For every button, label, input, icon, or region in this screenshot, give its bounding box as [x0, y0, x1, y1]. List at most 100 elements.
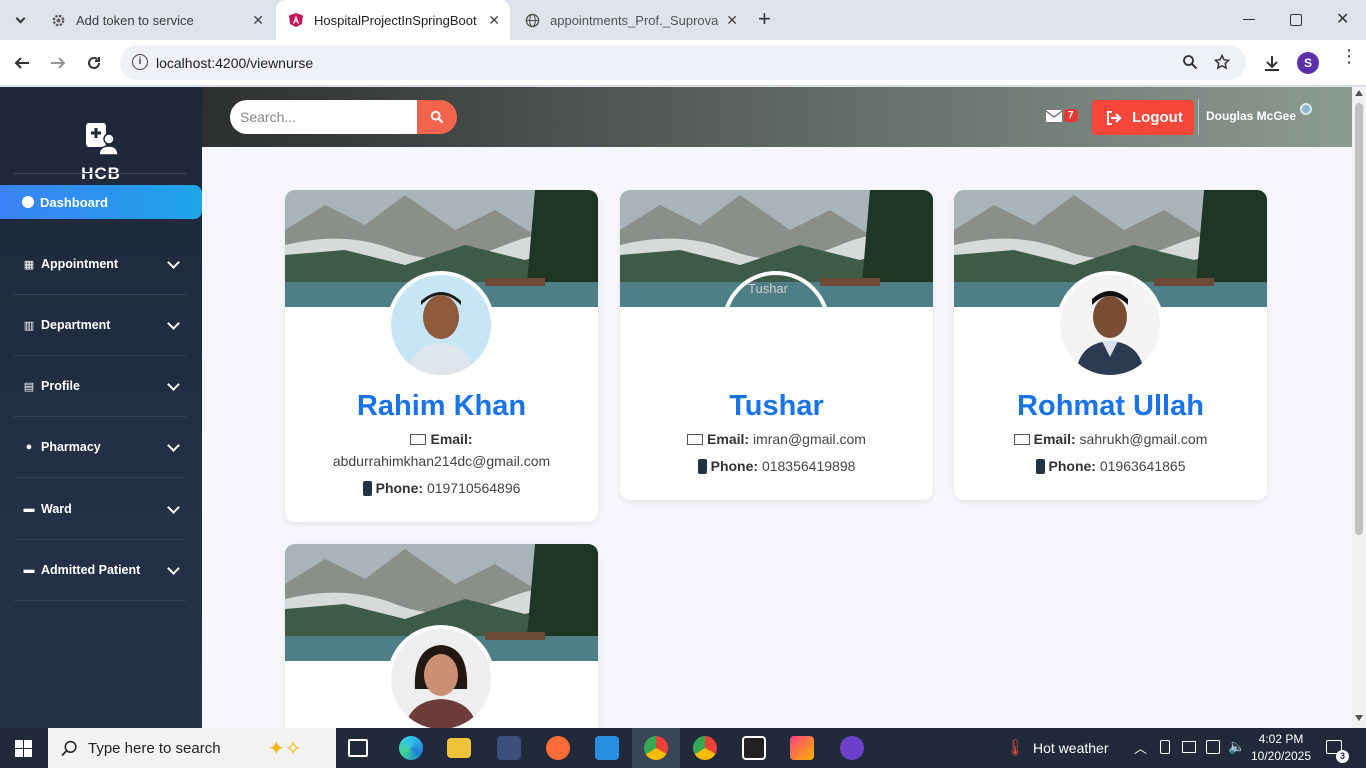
chrome-icon: [644, 736, 668, 760]
taskbar-search-input[interactable]: Type here to search ✦✧: [48, 728, 336, 768]
vertical-scrollbar[interactable]: [1352, 87, 1366, 728]
browser-tab-appointments[interactable]: appointments_Prof._Suprova_Sh ✕: [512, 0, 748, 40]
taskbar-active-app[interactable]: [632, 728, 680, 768]
video-app-icon[interactable]: [742, 736, 766, 760]
close-icon[interactable]: ✕: [488, 12, 500, 29]
phone-row: Phone: 019710564896: [285, 480, 598, 497]
divider: [14, 173, 186, 174]
email-value: sahrukh@gmail.com: [1079, 431, 1208, 447]
minimize-button[interactable]: [1243, 19, 1255, 20]
volume-muted-icon[interactable]: 🔈: [1228, 738, 1245, 755]
sidebar-item-admitted-patient[interactable]: ▬ Admitted Patient: [14, 540, 186, 601]
nurse-card: Rahim Khan Email: abdurrahimkhan214dc@gm…: [285, 190, 598, 522]
phone-label: Phone:: [710, 458, 759, 474]
sidebar-item-pharmacy[interactable]: ● Pharmacy: [14, 417, 186, 478]
task-view-icon[interactable]: [348, 739, 368, 757]
nurse-card: [285, 544, 598, 728]
scroll-down-icon[interactable]: [1355, 715, 1363, 721]
restore-button[interactable]: [1290, 14, 1302, 26]
zoom-icon[interactable]: [1182, 54, 1198, 70]
clock-time: 4:02 PM: [1258, 732, 1304, 746]
app-icon[interactable]: [497, 736, 521, 760]
search-button[interactable]: [417, 100, 457, 134]
close-icon[interactable]: ✕: [252, 12, 264, 29]
browser-address-bar: i localhost:4200/viewnurse S ⋮: [0, 40, 1366, 86]
search-icon: [430, 110, 444, 124]
avatar: [387, 271, 495, 379]
browser-tab-add-token[interactable]: Add token to service ✕: [38, 0, 274, 40]
sidebar-item-label: Admitted Patient: [41, 563, 141, 577]
email-row: Email:: [285, 431, 598, 447]
phone-label: Phone:: [375, 480, 424, 496]
avatar: [387, 625, 495, 728]
github-icon[interactable]: [840, 736, 864, 760]
nurse-name: Tushar: [729, 390, 824, 422]
angular-icon: [288, 12, 304, 28]
download-icon[interactable]: [1263, 54, 1281, 72]
close-icon[interactable]: ✕: [726, 12, 738, 29]
reload-icon: [88, 56, 100, 69]
sidebar-item-appointment[interactable]: ▦ Appointment: [14, 234, 186, 295]
vscode-icon[interactable]: [595, 736, 619, 760]
sidebar-item-dashboard[interactable]: Dashboard: [0, 185, 202, 219]
chevron-down-icon: [167, 562, 180, 575]
thermometer-icon: 🌡: [1005, 740, 1026, 757]
scroll-up-icon[interactable]: [1355, 90, 1363, 96]
taskbar-clock[interactable]: 4:02 PM 10/20/2025: [1248, 731, 1314, 765]
scrollbar-thumb[interactable]: [1355, 103, 1363, 535]
email-label: Email:: [430, 431, 473, 447]
file-explorer-icon[interactable]: [447, 738, 471, 758]
url-input[interactable]: i localhost:4200/viewnurse: [120, 45, 1246, 80]
network-icon[interactable]: [1182, 741, 1196, 753]
email-row: Email: imran@gmail.com: [620, 431, 933, 447]
mobile-phone-icon: [1035, 458, 1045, 474]
chevron-down-icon: [167, 378, 180, 391]
browser-tab-hospital[interactable]: HospitalProjectInSpringBoot ✕: [276, 0, 510, 40]
tab-search-button[interactable]: [8, 8, 32, 32]
avatar: Tushar: [722, 271, 830, 379]
brand-name: HCB: [81, 164, 121, 183]
chevron-down-icon: [167, 256, 180, 269]
envelope-icon: [1013, 433, 1030, 445]
weather-text[interactable]: Hot weather: [1033, 740, 1108, 756]
edge-icon[interactable]: [399, 736, 423, 760]
logout-button[interactable]: Logout: [1092, 100, 1194, 135]
intellij-icon[interactable]: [790, 736, 814, 760]
windows-start-icon[interactable]: [15, 740, 32, 757]
device-icon[interactable]: [1160, 740, 1170, 754]
chrome-icon[interactable]: [693, 736, 717, 760]
new-tab-button[interactable]: +: [758, 8, 778, 32]
phone-value: 018356419898: [761, 458, 856, 474]
sidebar-item-profile[interactable]: ▤ Profile: [14, 356, 186, 417]
tab-title: appointments_Prof._Suprova_Sh: [550, 12, 718, 28]
divider: [1198, 99, 1199, 135]
menu-icon[interactable]: ⋮: [1340, 47, 1358, 65]
sign-out-icon: [1107, 110, 1122, 125]
forward-button[interactable]: [44, 49, 72, 77]
sidebar-item-department[interactable]: ▥ Department: [14, 295, 186, 356]
postman-icon[interactable]: [546, 736, 570, 760]
page-content: HCB Dashboard ▦ Appointment ▥ Department…: [0, 87, 1352, 728]
back-button[interactable]: [8, 49, 36, 77]
nurse-name: Rahim Khan: [356, 390, 527, 422]
nurse-card: Rohmat Ullah Email: sahrukh@gmail.com Ph…: [954, 190, 1267, 500]
messages-button[interactable]: 7: [1046, 109, 1078, 122]
calendar-icon: ▦: [23, 258, 35, 271]
sidebar-item-ward[interactable]: ▬ Ward: [14, 479, 186, 540]
tab-title: Add token to service: [76, 12, 194, 28]
search-input[interactable]: Search...: [230, 100, 418, 134]
battery-icon[interactable]: [1206, 740, 1220, 754]
email-row: Email: sahrukh@gmail.com: [954, 431, 1267, 447]
sidebar: HCB Dashboard ▦ Appointment ▥ Department…: [0, 87, 202, 728]
reload-button[interactable]: [80, 49, 108, 77]
user-avatar[interactable]: [1300, 103, 1312, 115]
star-icon[interactable]: [1214, 54, 1230, 70]
chevron-up-icon[interactable]: ︿: [1134, 738, 1147, 757]
close-window-button[interactable]: ✕: [1336, 9, 1349, 29]
top-header: Search... 7 Logout Douglas McGee: [202, 87, 1352, 147]
envelope-icon: [1046, 109, 1062, 122]
tab-title: HospitalProjectInSpringBoot: [314, 12, 477, 28]
avatar: [1056, 271, 1164, 379]
profile-avatar[interactable]: S: [1297, 52, 1319, 74]
envelope-icon: [687, 433, 704, 445]
